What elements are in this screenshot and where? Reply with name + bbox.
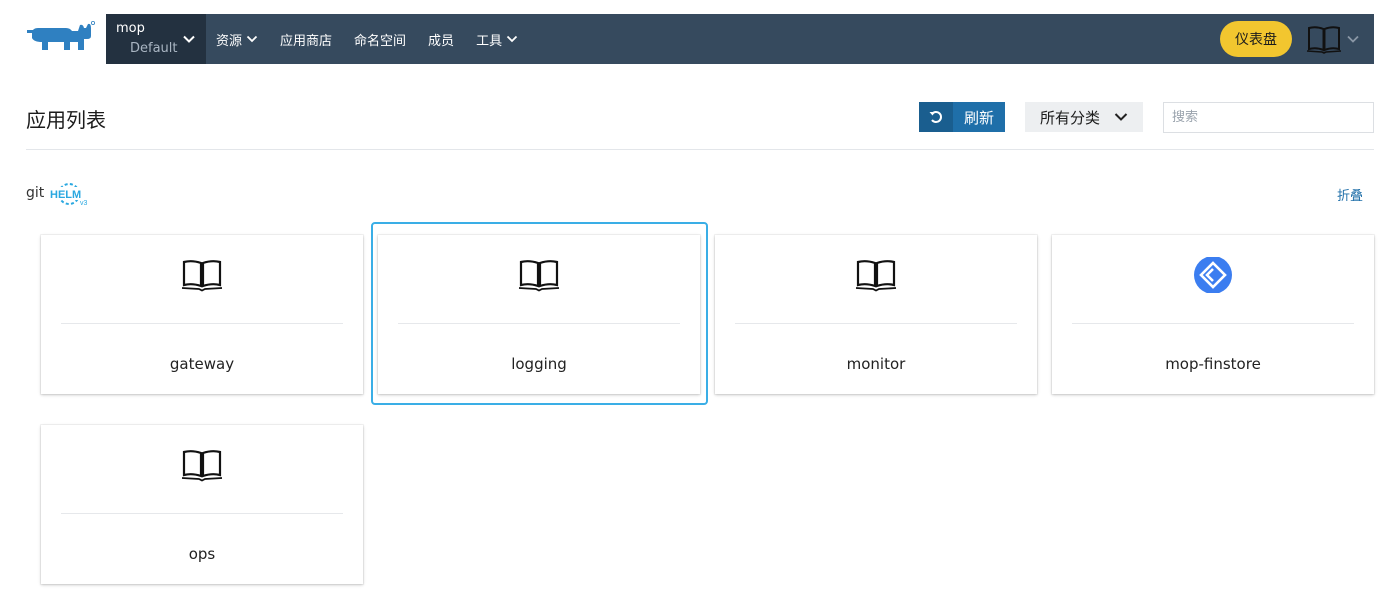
book-icon [181,450,223,482]
app-card-mop-finstore[interactable]: mop-finstore [1052,235,1374,394]
nav-namespaces[interactable]: 命名空间 [354,30,406,49]
helm-version: v3 [80,200,88,207]
card-divider [61,513,343,514]
helm-text: HELM [50,189,81,201]
blue-diamond-logo-icon [1194,257,1232,293]
nav-namespaces-label: 命名空间 [354,33,407,49]
cluster-project-switcher[interactable]: mop Default [106,14,206,64]
cluster-name: mop [116,21,145,36]
app-name: mop-finstore [1165,355,1261,373]
app-card-logging[interactable]: logging [378,235,700,394]
card-divider [735,323,1017,324]
nav-resources[interactable]: 资源 [216,30,258,49]
book-icon [518,260,560,292]
refresh-label: 刷新 [963,108,994,127]
chevron-down-icon [506,35,518,43]
app-card-monitor[interactable]: monitor [715,235,1037,394]
nav-app-store-label: 应用商店 [280,33,333,49]
category-dropdown[interactable]: 所有分类 [1025,102,1143,132]
category-label: 所有分类 [1040,108,1101,127]
nav-resources-label: 资源 [216,33,243,49]
top-navbar: mop Default 资源 应用商店 命名空间 成员 工具 仪表盘 [106,14,1374,64]
main-nav: 资源 应用商店 命名空间 成员 工具 [216,14,540,64]
chevron-down-icon [246,35,258,43]
chevron-down-icon [183,35,195,43]
refresh-button[interactable]: 刷新 [919,102,1005,132]
book-icon [181,260,223,292]
app-name: ops [188,545,216,563]
dashboard-button[interactable]: 仪表盘 [1220,21,1292,57]
chevron-down-icon [1114,113,1128,121]
rancher-logo-icon[interactable] [26,20,96,56]
page-title: 应用列表 [26,108,106,132]
nav-members-label: 成员 [428,33,455,49]
nav-app-store[interactable]: 应用商店 [280,30,332,49]
chevron-down-icon[interactable] [1346,32,1360,46]
refresh-icon [919,102,953,132]
header-divider [26,149,1374,150]
user-avatar-book-icon[interactable] [1306,24,1342,54]
nav-members[interactable]: 成员 [428,30,454,49]
card-divider [398,323,680,324]
app-name: monitor [846,355,906,373]
app-card-gateway[interactable]: gateway [41,235,363,394]
card-divider [1072,323,1354,324]
project-name: Default [130,41,178,56]
nav-tools[interactable]: 工具 [476,30,518,49]
app-name: logging [511,355,567,373]
search-input[interactable] [1163,102,1374,133]
nav-tools-label: 工具 [476,33,503,49]
helm-logo-icon: HELM v3 [49,183,88,207]
repo-prefix: git [26,185,45,201]
card-divider [61,323,343,324]
app-name: gateway [169,355,235,373]
book-icon [855,260,897,292]
collapse-link[interactable]: 折叠 [1337,185,1363,204]
app-card-ops[interactable]: ops [41,425,363,584]
